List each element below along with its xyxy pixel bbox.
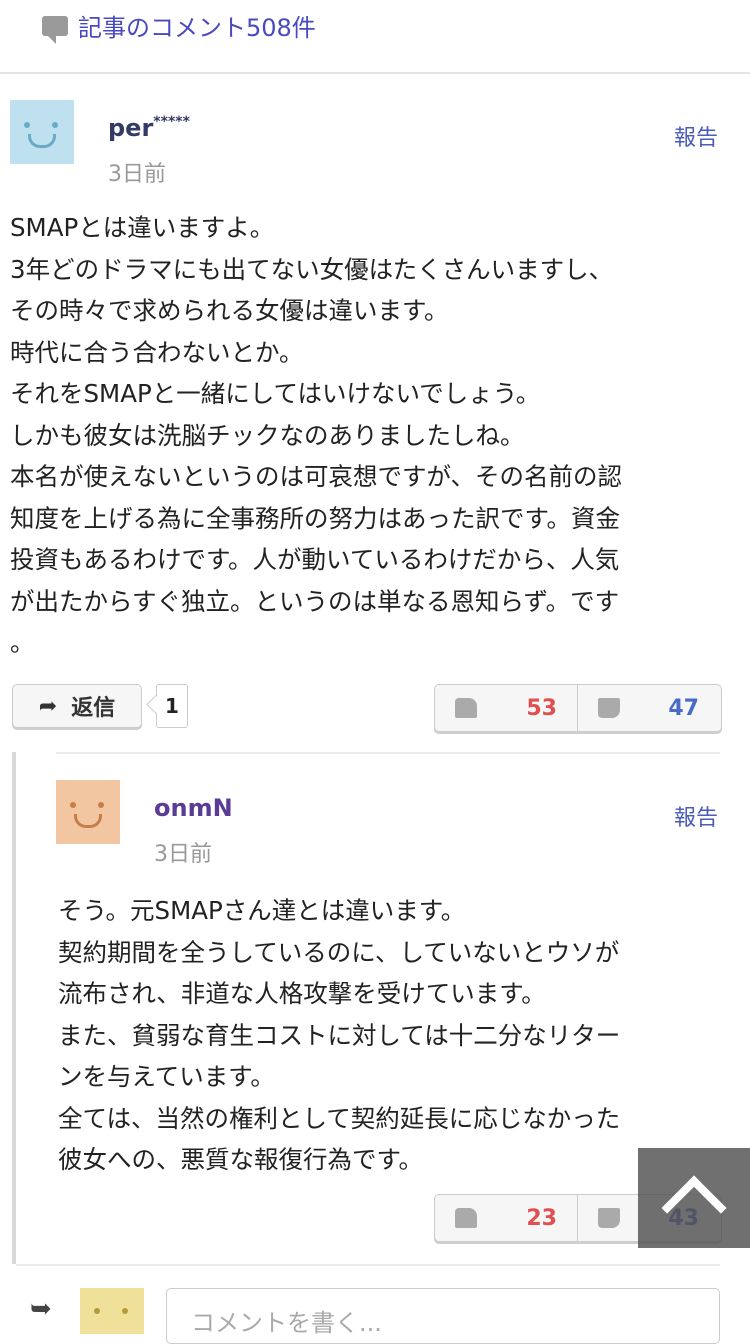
report-link[interactable]: 報告 <box>674 800 718 832</box>
comment-body: SMAPとは違いますよ。 3年どのドラマにも出てない女優はたくさんいますし、 そ… <box>10 213 623 657</box>
dislike-count: 47 <box>668 695 699 721</box>
reply-arrow-icon: ➥ <box>30 1294 52 1324</box>
avatar-mouth <box>28 134 56 148</box>
comments-count-link[interactable]: 記事のコメント508件 <box>42 8 316 44</box>
dislike-button[interactable]: 47 <box>577 685 719 731</box>
avatar[interactable] <box>10 100 74 164</box>
thumbs-down-icon <box>598 1208 620 1228</box>
avatar-eye <box>24 122 30 128</box>
comment-time: 3日前 <box>154 842 212 867</box>
report-link[interactable]: 報告 <box>674 120 718 152</box>
avatar[interactable] <box>56 780 120 844</box>
scroll-to-top-button[interactable] <box>638 1148 750 1248</box>
avatar <box>80 1288 144 1334</box>
comment-time: 3日前 <box>108 162 166 187</box>
comment-username[interactable]: per***** <box>108 114 190 142</box>
vote-group: 53 47 <box>434 684 722 732</box>
avatar-eye <box>98 802 104 808</box>
avatar-eye <box>70 802 76 808</box>
comment-bubble-icon <box>42 15 68 44</box>
avatar-eye <box>122 1308 128 1314</box>
like-count: 53 <box>526 695 557 721</box>
thumbs-up-icon <box>455 698 477 718</box>
comments-count-label: 記事のコメント508件 <box>78 14 316 42</box>
divider <box>16 1264 720 1266</box>
comment-input[interactable]: コメントを書く... <box>166 1288 720 1344</box>
avatar-eye <box>94 1308 100 1314</box>
reply-arrow-icon: ➦ <box>38 693 58 719</box>
like-button[interactable]: 53 <box>435 685 577 731</box>
comment-body: そう。元SMAPさん達とは違います。 契約期間を全うしているのに、していないとウ… <box>58 896 621 1174</box>
thumbs-down-icon <box>598 698 620 718</box>
avatar-mouth <box>74 814 102 828</box>
comment-username[interactable]: onmN <box>154 794 233 822</box>
chevron-up-icon <box>661 1175 727 1241</box>
reply-thread-line <box>12 752 16 1264</box>
divider <box>56 752 720 754</box>
reply-count-badge[interactable]: 1 <box>156 684 188 728</box>
like-count: 23 <box>526 1205 557 1231</box>
reply-button[interactable]: ➦ 返信 <box>12 684 142 728</box>
top-bar: 記事のコメント508件 <box>0 0 750 74</box>
thumbs-up-icon <box>455 1208 477 1228</box>
reply-label: 返信 <box>71 696 116 721</box>
like-button[interactable]: 23 <box>435 1195 577 1241</box>
username-text: per <box>108 114 154 142</box>
username-mask: ***** <box>153 114 190 130</box>
avatar-eye <box>52 122 58 128</box>
